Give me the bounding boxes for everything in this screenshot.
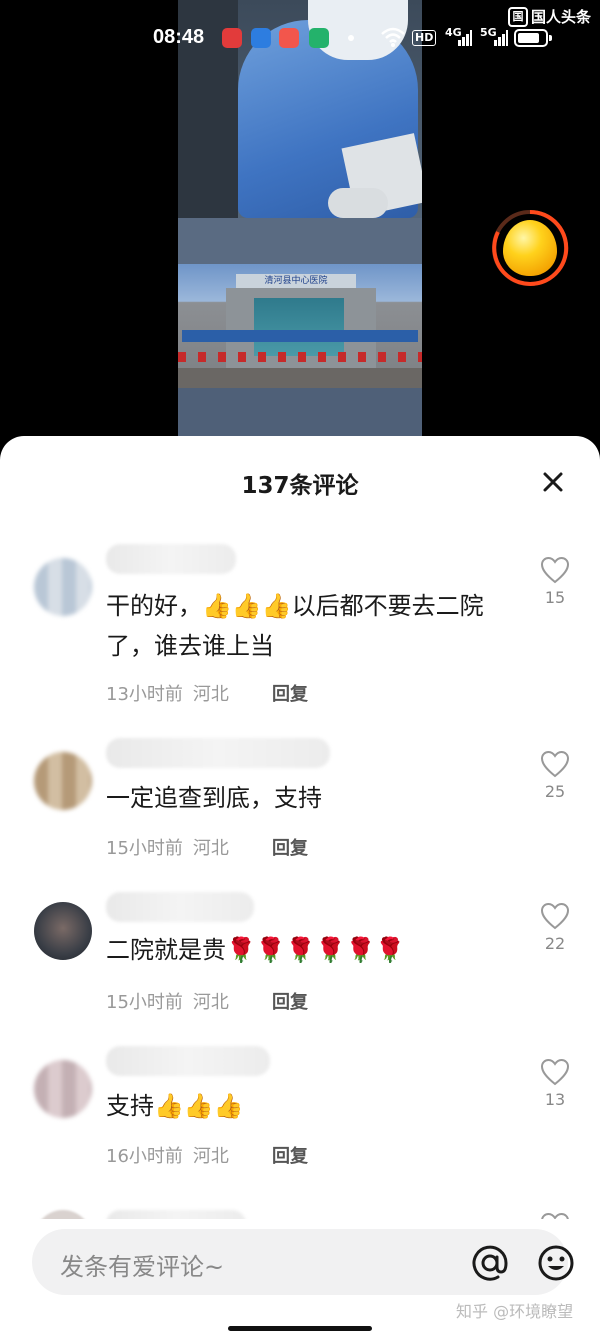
like-button[interactable]: 13: [535, 1058, 575, 1109]
like-count: 15: [544, 588, 566, 607]
comment-text: 一定追查到底，支持: [106, 784, 322, 812]
video-scene-hospital-building: 清河县中心医院: [178, 264, 422, 388]
comment-location: 河北: [192, 1146, 229, 1167]
heart-icon: [540, 750, 570, 778]
heart-icon: [540, 902, 570, 930]
status-time: 08:48: [153, 26, 205, 48]
like-button[interactable]: 15: [535, 556, 575, 607]
comment-meta: 16小时前 河北: [106, 1142, 229, 1168]
heart-icon: [540, 556, 570, 584]
watermark-top-text: 国人头条: [531, 8, 592, 26]
app-notification-icon: [251, 28, 271, 48]
comment-input[interactable]: 发条有爱评论~: [32, 1229, 574, 1295]
app-notification-icon: [309, 28, 329, 48]
comments-title: 137条评论: [241, 473, 359, 499]
comment-item: 一定追查到底，支持 15小时前 河北 回复 25: [0, 734, 600, 884]
reply-button[interactable]: 回复: [272, 1142, 308, 1168]
comment-time: 15小时前: [106, 838, 183, 859]
home-indicator[interactable]: [228, 1326, 372, 1331]
close-button[interactable]: [535, 464, 571, 500]
comment-text: 干的好，👍👍👍以后都不要去二院了，谁去谁上当: [106, 592, 484, 660]
comment-location: 河北: [192, 838, 229, 859]
close-icon: [543, 472, 563, 492]
username-redacted[interactable]: [106, 544, 236, 574]
like-button[interactable]: 22: [535, 902, 575, 953]
like-count: 13: [544, 1090, 566, 1109]
signal-icon: [458, 30, 472, 46]
comment-meta: 15小时前 河北: [106, 988, 229, 1014]
comment-input-placeholder: 发条有爱评论~: [60, 1253, 225, 1281]
reply-button[interactable]: 回复: [272, 834, 308, 860]
comment-item: 干的好，👍👍👍以后都不要去二院了，谁去谁上当 13小时前 河北 回复 15: [0, 540, 600, 705]
comment-item: 支持👍👍👍 16小时前 河北 回复 13: [0, 1042, 600, 1192]
wifi-icon: [381, 27, 405, 47]
app-notification-icon: [279, 28, 299, 48]
heart-icon: [540, 1058, 570, 1086]
username-redacted[interactable]: [106, 1046, 270, 1076]
hd-badge: HD: [412, 30, 437, 46]
reply-button[interactable]: 回复: [272, 988, 308, 1014]
app-notification-icon: [222, 28, 242, 48]
watermark-top: 国 国人头条: [508, 6, 591, 27]
like-count: 25: [544, 782, 566, 801]
like-count: 22: [544, 934, 566, 953]
comment-text: 二院就是贵🌹🌹🌹🌹🌹🌹: [106, 936, 406, 964]
username-redacted[interactable]: [106, 738, 330, 768]
comment-text: 支持👍👍👍: [106, 1092, 244, 1120]
comment-meta: 15小时前 河北: [106, 834, 229, 860]
emoji-icon[interactable]: [536, 1243, 576, 1283]
comment-time: 16小时前: [106, 1146, 183, 1167]
reply-button[interactable]: 回复: [272, 680, 308, 706]
like-button[interactable]: 25: [535, 750, 575, 801]
status-dot: [348, 35, 354, 41]
avatar[interactable]: [34, 752, 92, 810]
comment-location: 河北: [192, 684, 229, 705]
signal-icon: [494, 30, 508, 46]
gold-egg-icon[interactable]: [503, 220, 557, 276]
avatar[interactable]: [34, 1060, 92, 1118]
battery-icon: [514, 29, 552, 47]
comment-time: 15小时前: [106, 992, 183, 1013]
at-icon[interactable]: [470, 1243, 510, 1283]
comment-meta: 13小时前 河北: [106, 680, 229, 706]
watermark-logo: 国: [508, 6, 528, 27]
comment-item: 二院就是贵🌹🌹🌹🌹🌹🌹 15小时前 河北 回复 22: [0, 888, 600, 1038]
avatar[interactable]: [34, 558, 92, 616]
comments-sheet: 137条评论 干的好，👍👍👍以后都不要去二院了，谁去谁上当 13小时前 河北 回…: [0, 436, 600, 1333]
comment-location: 河北: [192, 992, 229, 1013]
comment-time: 13小时前: [106, 684, 183, 705]
watermark-bottom: 知乎 @环境瞭望: [456, 1302, 574, 1321]
avatar[interactable]: [34, 902, 92, 960]
username-redacted[interactable]: [106, 892, 254, 922]
hospital-sign: 清河县中心医院: [236, 274, 356, 288]
